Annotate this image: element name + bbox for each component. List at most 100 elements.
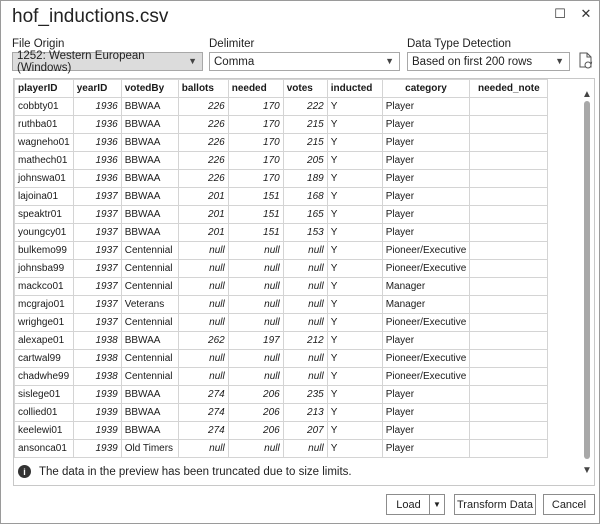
table-cell-yearid: 1936: [72, 169, 122, 188]
type-detection-select[interactable]: Based on first 200 rows ▼: [407, 52, 570, 71]
column-header-votes[interactable]: votes: [282, 79, 328, 98]
table-cell-ballots: 262: [177, 331, 229, 350]
data-preview-grid[interactable]: playerID yearID votedBy ballots needed votes i…: [13, 78, 595, 486]
table-cell-needed: 170: [227, 169, 284, 188]
table-cell-inducted: Y: [326, 295, 383, 314]
file-origin-select[interactable]: 1252: Western European (Windows) ▼: [12, 49, 203, 74]
scroll-up-icon[interactable]: ▲: [580, 87, 594, 101]
table-cell-category: Player: [381, 97, 471, 116]
column-header-yearid[interactable]: yearID: [72, 79, 122, 98]
table-cell-votes: 235: [282, 385, 328, 404]
table-cell-playerid: youngcy01: [14, 223, 74, 242]
table-cell-ballots: 201: [177, 205, 229, 224]
table-cell-needed-note: [469, 205, 549, 224]
table-cell-needed: 206: [227, 421, 284, 440]
table-cell-ballots: 201: [177, 187, 229, 206]
scrollbar-thumb[interactable]: [584, 101, 590, 459]
table-cell-category: Pioneer/Executive: [381, 259, 471, 278]
table-row: speaktr01 1937 BBWAA 201 151 165 Y Player: [14, 205, 549, 224]
table-cell-category: Pioneer/Executive: [381, 241, 471, 260]
column-header-category[interactable]: category: [381, 79, 471, 98]
column-header-playerid[interactable]: playerID: [14, 79, 74, 98]
delimiter-value: Comma: [214, 55, 255, 68]
table-cell-votes: 207: [282, 421, 328, 440]
table-cell-inducted: Y: [326, 367, 383, 386]
table-cell-needed-note: [469, 385, 549, 404]
table-cell-needed: null: [227, 259, 284, 278]
table-cell-needed: 170: [227, 133, 284, 152]
table-cell-needed-note: [469, 133, 549, 152]
column-header-needed-note[interactable]: needed_note: [469, 79, 549, 98]
table-cell-inducted: Y: [326, 385, 383, 404]
table-cell-needed: 206: [227, 385, 284, 404]
table-cell-votes: 213: [282, 403, 328, 422]
table-cell-inducted: Y: [326, 97, 383, 116]
table-cell-votes: null: [282, 295, 328, 314]
table-cell-votedby: BBWAA: [120, 385, 179, 404]
table-cell-inducted: Y: [326, 205, 383, 224]
table-cell-ballots: null: [177, 259, 229, 278]
table-cell-category: Player: [381, 403, 471, 422]
chevron-down-icon: ▼: [385, 56, 394, 66]
table-cell-playerid: keelewi01: [14, 421, 74, 440]
table-cell-needed-note: [469, 169, 549, 188]
info-icon: i: [18, 465, 31, 478]
table-cell-needed: 170: [227, 151, 284, 170]
table-cell-needed-note: [469, 115, 549, 134]
table-row: wrighge01 1937 Centennial null null null Y Pion…: [14, 313, 549, 332]
table-cell-ballots: null: [177, 277, 229, 296]
table-row: mcgrajo01 1937 Veterans null null null Y Manage…: [14, 295, 549, 314]
close-icon[interactable]: ✕: [575, 5, 597, 23]
table-cell-category: Player: [381, 133, 471, 152]
table-cell-yearid: 1938: [72, 367, 122, 386]
load-button[interactable]: Load: [386, 494, 430, 515]
table-cell-ballots: 274: [177, 403, 229, 422]
table-cell-playerid: bulkemo99: [14, 241, 74, 260]
column-header-ballots[interactable]: ballots: [177, 79, 229, 98]
table-cell-yearid: 1936: [72, 115, 122, 134]
table-cell-inducted: Y: [326, 187, 383, 206]
table-cell-needed: null: [227, 295, 284, 314]
table-cell-inducted: Y: [326, 223, 383, 242]
transform-data-button[interactable]: Transform Data: [454, 494, 536, 515]
table-cell-votes: 205: [282, 151, 328, 170]
table-row: mackco01 1937 Centennial null null null Y Manag…: [14, 277, 549, 296]
table-cell-category: Player: [381, 385, 471, 404]
table-cell-category: Player: [381, 169, 471, 188]
table-cell-ballots: 201: [177, 223, 229, 242]
table-cell-yearid: 1937: [72, 295, 122, 314]
table-cell-votedby: Veterans: [120, 295, 179, 314]
table-cell-playerid: collied01: [14, 403, 74, 422]
column-header-needed[interactable]: needed: [227, 79, 284, 98]
table-cell-inducted: Y: [326, 349, 383, 368]
column-header-votedby[interactable]: votedBy: [120, 79, 179, 98]
table-cell-playerid: mackco01: [14, 277, 74, 296]
load-dropdown-button[interactable]: ▼: [429, 494, 445, 515]
cancel-button[interactable]: Cancel: [543, 494, 595, 515]
table-row: johnswa01 1936 BBWAA 226 170 189 Y Player: [14, 169, 549, 188]
table-cell-yearid: 1937: [72, 187, 122, 206]
file-origin-label: File Origin: [12, 38, 65, 50]
file-origin-value: 1252: Western European (Windows): [17, 49, 145, 74]
table-cell-votes: null: [282, 439, 328, 458]
vertical-scrollbar[interactable]: ▲ ▼: [580, 79, 594, 485]
table-cell-category: Pioneer/Executive: [381, 349, 471, 368]
delimiter-select[interactable]: Comma ▼: [209, 52, 400, 71]
table-cell-playerid: ruthba01: [14, 115, 74, 134]
table-row: chadwhe99 1938 Centennial null null null Y Pion…: [14, 367, 549, 386]
table-cell-yearid: 1936: [72, 97, 122, 116]
restore-icon[interactable]: ☐: [549, 5, 571, 23]
table-cell-needed-note: [469, 259, 549, 278]
refresh-preview-icon[interactable]: [578, 52, 594, 70]
table-cell-ballots: 226: [177, 97, 229, 116]
table-cell-needed-note: [469, 403, 549, 422]
table-cell-yearid: 1939: [72, 403, 122, 422]
chevron-down-icon: ▼: [433, 500, 441, 509]
column-header-inducted[interactable]: inducted: [326, 79, 383, 98]
table-cell-votedby: BBWAA: [120, 421, 179, 440]
scroll-down-icon[interactable]: ▼: [580, 463, 594, 477]
table-cell-ballots: null: [177, 313, 229, 332]
table-row: sislege01 1939 BBWAA 274 206 235 Y Player: [14, 385, 549, 404]
table-cell-votedby: BBWAA: [120, 133, 179, 152]
table-row: johnsba99 1937 Centennial null null null Y Pion…: [14, 259, 549, 278]
